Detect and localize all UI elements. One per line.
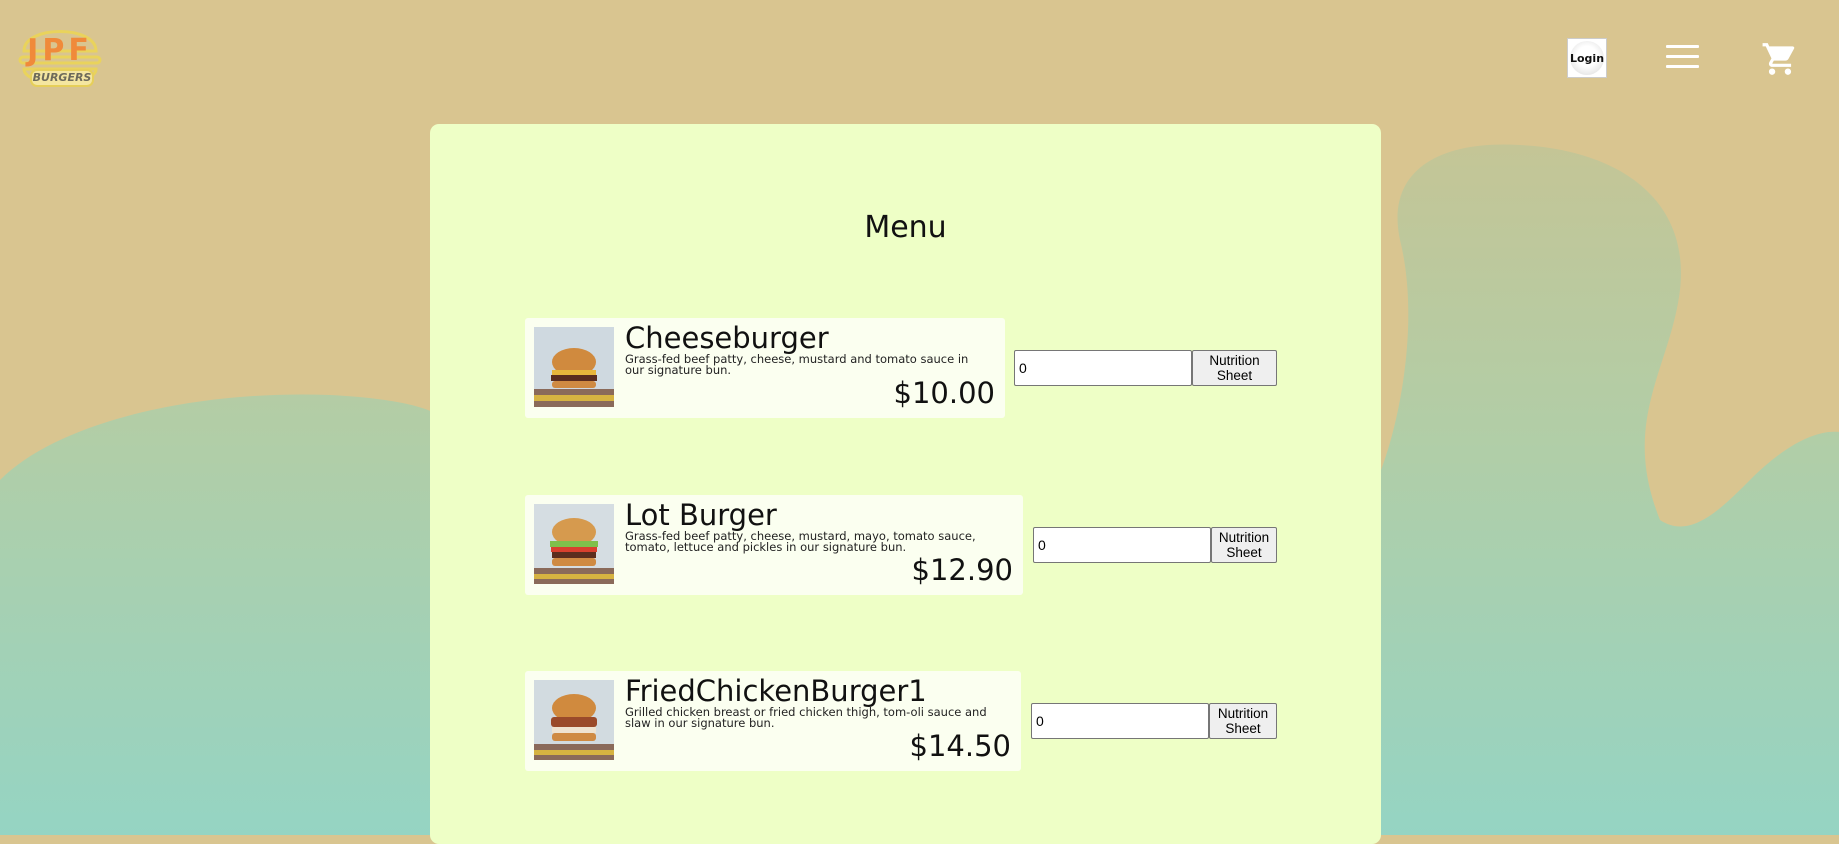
menu-item-price: $12.90 bbox=[911, 553, 1013, 587]
menu-item-description: Grass-fed beef patty, cheese, mustard an… bbox=[625, 352, 969, 377]
menu-card: Menu Cheeseburger Grass-fed beef patty, … bbox=[430, 124, 1381, 844]
menu-item-description: Grass-fed beef patty, cheese, mustard, m… bbox=[625, 529, 976, 554]
quantity-input[interactable] bbox=[1033, 527, 1211, 563]
nutrition-sheet-button[interactable]: Nutrition Sheet bbox=[1211, 527, 1277, 563]
menu-item-name: Cheeseburger bbox=[625, 321, 829, 355]
site-header: JPF BURGERS Login bbox=[0, 0, 1839, 110]
menu-item-name: Lot Burger bbox=[625, 498, 777, 532]
login-label: Login bbox=[1570, 41, 1604, 75]
brand-logo[interactable]: JPF BURGERS bbox=[14, 15, 106, 90]
quantity-input[interactable] bbox=[1014, 350, 1192, 386]
nutrition-sheet-button[interactable]: Nutrition Sheet bbox=[1209, 703, 1277, 739]
menu-item-name: FriedChickenBurger1 bbox=[625, 674, 927, 708]
menu-item-price: $14.50 bbox=[909, 729, 1011, 763]
quantity-input[interactable] bbox=[1031, 703, 1209, 739]
burger-image bbox=[534, 504, 614, 584]
logo-text: JPF bbox=[27, 33, 93, 68]
menu-item-panel: FriedChickenBurger1 Grilled chicken brea… bbox=[525, 671, 1021, 771]
shopping-cart-icon[interactable] bbox=[1760, 40, 1800, 78]
hamburger-menu-icon[interactable] bbox=[1666, 45, 1699, 71]
menu-item-panel: Lot Burger Grass-fed beef patty, cheese,… bbox=[525, 495, 1023, 595]
menu-item-price: $10.00 bbox=[893, 376, 995, 410]
login-button[interactable]: Login bbox=[1567, 38, 1607, 78]
burger-image bbox=[534, 680, 614, 760]
menu-item-panel: Cheeseburger Grass-fed beef patty, chees… bbox=[525, 318, 1005, 418]
logo-subtext: BURGERS bbox=[30, 69, 94, 87]
page-title: Menu bbox=[864, 210, 947, 245]
menu-item-description: Grilled chicken breast or fried chicken … bbox=[625, 705, 987, 730]
burger-image bbox=[534, 327, 614, 407]
nutrition-sheet-button[interactable]: Nutrition Sheet bbox=[1192, 350, 1277, 386]
